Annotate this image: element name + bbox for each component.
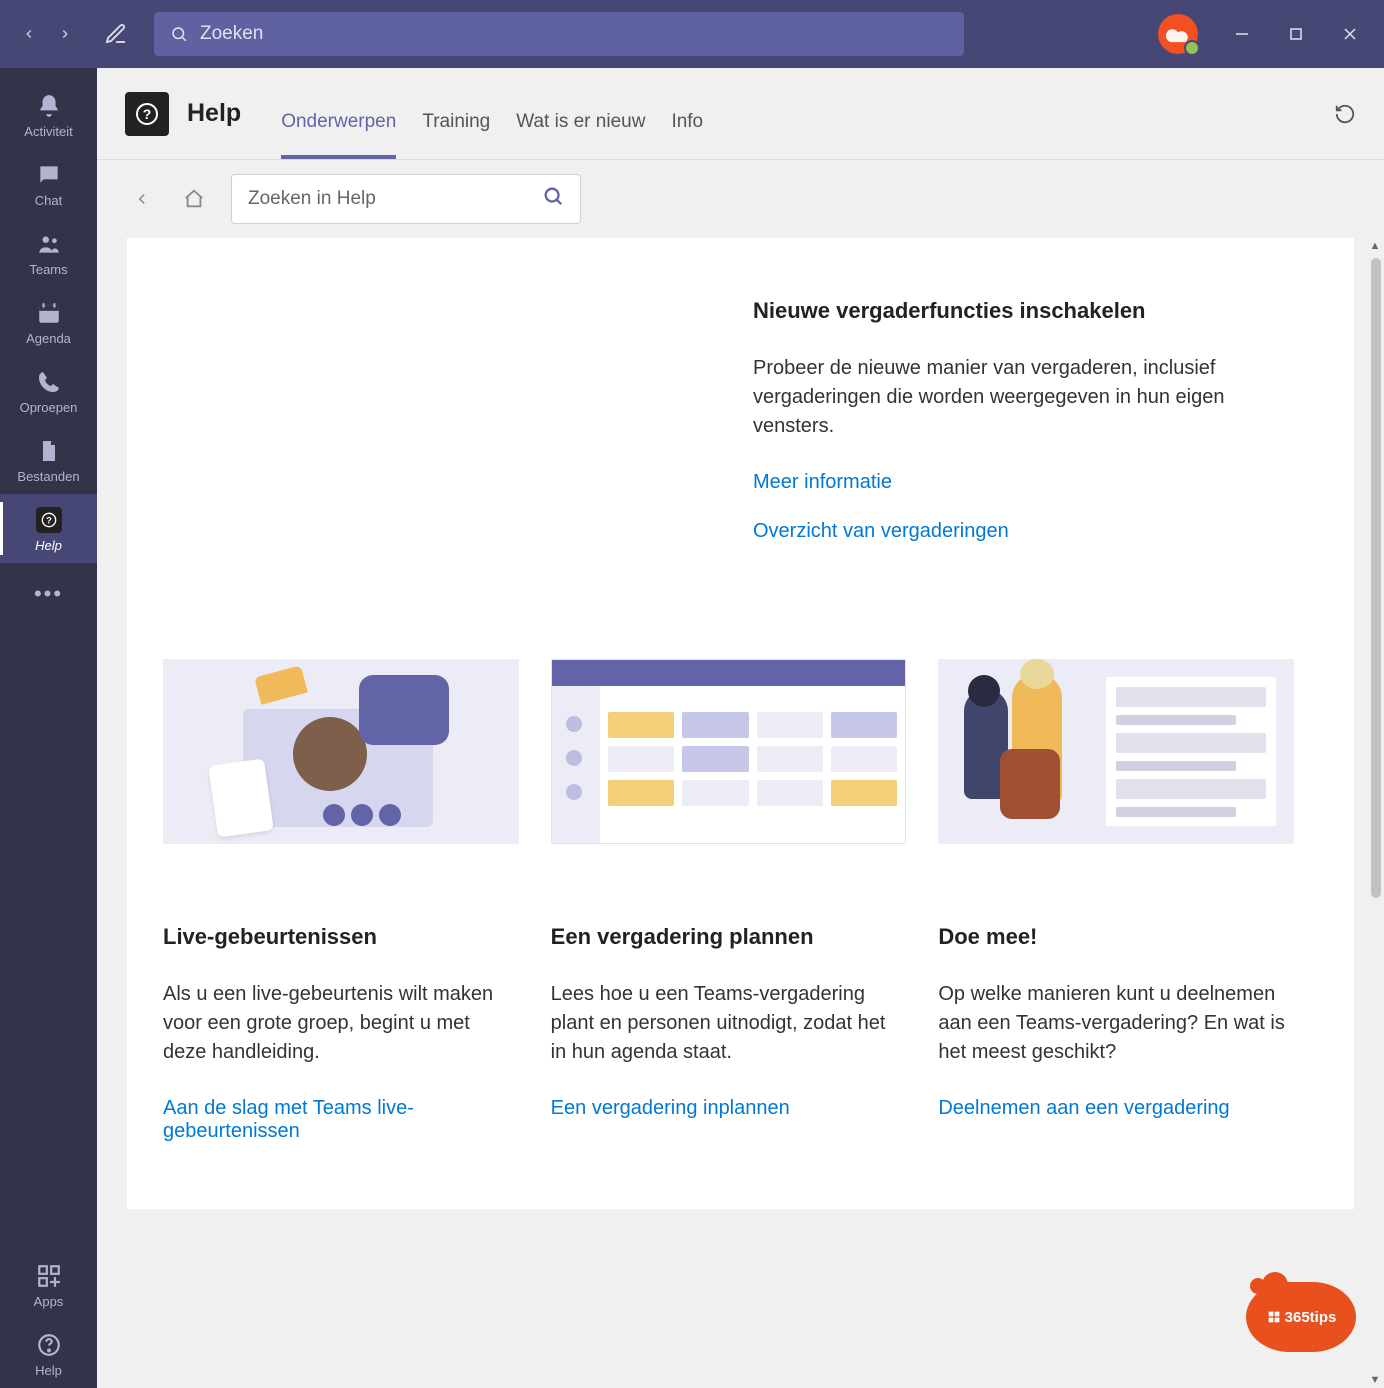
card-live-events: Live-gebeurtenissen Als u een live-gebeu… <box>163 659 519 1169</box>
rail-label: Teams <box>29 262 67 277</box>
card-link[interactable]: Deelnemen aan een vergadering <box>938 1097 1294 1120</box>
help-search-placeholder: Zoeken in Help <box>248 188 376 210</box>
main: ? Help Onderwerpen Training Wat is er ni… <box>97 68 1384 1388</box>
tab-whats-new[interactable]: Wat is er nieuw <box>516 111 645 159</box>
tab-info[interactable]: Info <box>671 111 703 159</box>
help-home-icon[interactable] <box>179 184 209 214</box>
rail-label: Help <box>35 1363 62 1378</box>
nav-forward-icon[interactable] <box>58 27 72 41</box>
feature-desc: Probeer de nieuwe manier van vergaderen,… <box>753 354 1253 441</box>
rail-label: Activiteit <box>24 124 72 139</box>
search-icon <box>170 25 188 43</box>
rail-label: Help <box>35 538 62 553</box>
file-icon <box>35 437 63 465</box>
feature-title: Nieuwe vergaderfuncties inschakelen <box>753 298 1294 324</box>
global-search[interactable]: Zoeken <box>154 12 964 56</box>
rail-item-calls[interactable]: Oproepen <box>0 356 97 425</box>
search-icon <box>542 185 564 213</box>
help-content: Nieuwe vergaderfuncties inschakelen Prob… <box>127 238 1354 1209</box>
card-link[interactable]: Een vergadering inplannen <box>551 1097 907 1120</box>
chat-icon <box>35 161 63 189</box>
avatar[interactable] <box>1158 14 1198 54</box>
feature-link-overview[interactable]: Overzicht van vergaderingen <box>753 520 1294 543</box>
rail-label: Chat <box>35 193 62 208</box>
rail-item-apps[interactable]: Apps <box>0 1250 97 1319</box>
card-illustration <box>938 659 1294 844</box>
window-minimize-button[interactable] <box>1232 24 1252 44</box>
help-toolbar: Zoeken in Help <box>97 160 1384 238</box>
card-illustration <box>551 659 907 844</box>
card-join: Doe mee! Op welke manieren kunt u deelne… <box>938 659 1294 1169</box>
help-back-icon[interactable] <box>127 184 157 214</box>
nav-back-icon[interactable] <box>22 27 36 41</box>
page-header: ? Help Onderwerpen Training Wat is er ni… <box>97 68 1384 160</box>
rail-item-help-bottom[interactable]: Help <box>0 1319 97 1388</box>
card-desc: Op welke manieren kunt u deelnemen aan e… <box>938 980 1294 1067</box>
rail-label: Agenda <box>26 331 71 346</box>
svg-text:?: ? <box>143 106 152 122</box>
titlebar: Zoeken <box>0 0 1384 68</box>
tips-badge[interactable]: 365tips <box>1246 1282 1356 1352</box>
feature-link-more[interactable]: Meer informatie <box>753 471 1294 494</box>
calendar-icon <box>35 299 63 327</box>
help-circle-icon <box>35 1331 63 1359</box>
card-illustration <box>163 659 519 844</box>
rail-label: Oproepen <box>20 400 78 415</box>
window-maximize-button[interactable] <box>1286 24 1306 44</box>
scroll-down-icon[interactable]: ▼ <box>1369 1374 1381 1386</box>
phone-icon <box>35 368 63 396</box>
card-link[interactable]: Aan de slag met Teams live-gebeurtenisse… <box>163 1097 519 1143</box>
card-desc: Als u een live-gebeurtenis wilt maken vo… <box>163 980 519 1067</box>
tab-training[interactable]: Training <box>422 111 490 159</box>
help-icon: ? <box>35 506 63 534</box>
window-close-button[interactable] <box>1340 24 1360 44</box>
card-plan-meeting: Een vergadering plannen Lees hoe u een T… <box>551 659 907 1169</box>
scrollbar[interactable]: ▲ ▼ <box>1366 238 1384 1388</box>
page-title: Help <box>187 99 241 128</box>
tips-badge-text: 365tips <box>1285 1309 1337 1326</box>
scroll-thumb[interactable] <box>1371 258 1381 898</box>
feature-illustration-placeholder <box>163 298 753 569</box>
rail-more-icon[interactable]: ••• <box>34 563 63 625</box>
rail-item-help[interactable]: ? Help <box>0 494 97 563</box>
card-title: Live-gebeurtenissen <box>163 924 519 950</box>
teams-icon <box>35 230 63 258</box>
card-title: Doe mee! <box>938 924 1294 950</box>
rail-item-chat[interactable]: Chat <box>0 149 97 218</box>
tab-onderwerpen[interactable]: Onderwerpen <box>281 111 396 159</box>
office-icon <box>1266 1309 1282 1325</box>
compose-icon[interactable] <box>104 22 128 46</box>
rail-item-teams[interactable]: Teams <box>0 218 97 287</box>
rail-item-activity[interactable]: Activiteit <box>0 80 97 149</box>
rail-label: Bestanden <box>17 469 79 484</box>
card-title: Een vergadering plannen <box>551 924 907 950</box>
svg-text:?: ? <box>46 515 52 525</box>
help-search[interactable]: Zoeken in Help <box>231 174 581 224</box>
bell-icon <box>35 92 63 120</box>
rail-item-calendar[interactable]: Agenda <box>0 287 97 356</box>
apps-icon <box>35 1262 63 1290</box>
help-badge-icon: ? <box>125 92 169 136</box>
refresh-icon[interactable] <box>1334 103 1356 125</box>
card-desc: Lees hoe u een Teams-vergadering plant e… <box>551 980 907 1067</box>
tabs: Onderwerpen Training Wat is er nieuw Inf… <box>281 68 703 159</box>
scroll-up-icon[interactable]: ▲ <box>1369 240 1381 252</box>
app-rail: Activiteit Chat Teams Agenda Oproepen Be… <box>0 68 97 1388</box>
global-search-placeholder: Zoeken <box>200 23 263 45</box>
presence-badge <box>1184 40 1200 56</box>
rail-label: Apps <box>34 1294 64 1309</box>
rail-item-files[interactable]: Bestanden <box>0 425 97 494</box>
